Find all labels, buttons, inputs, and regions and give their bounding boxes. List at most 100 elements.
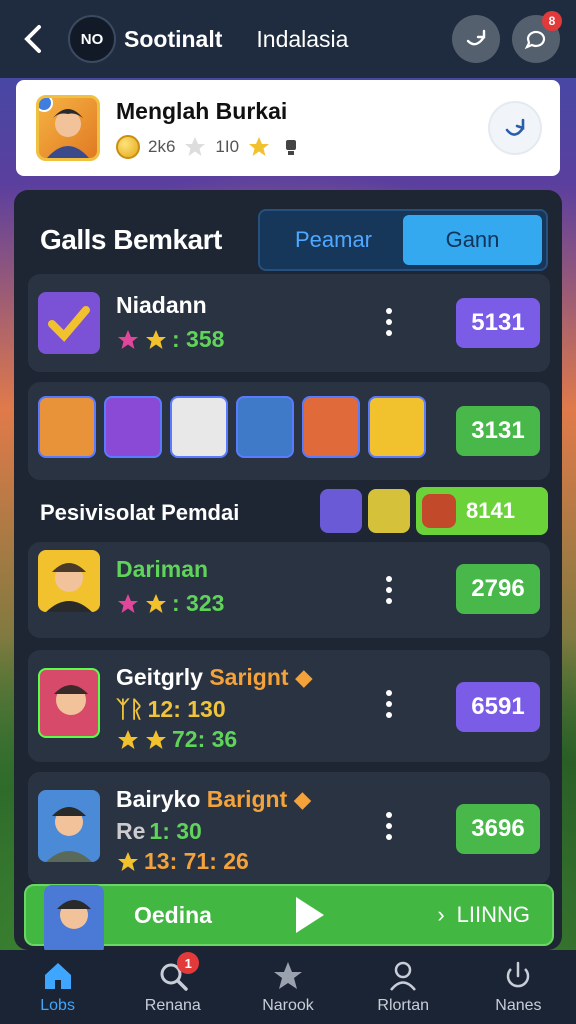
row-avatar xyxy=(38,550,100,612)
fruit-game-icon[interactable] xyxy=(368,489,410,533)
player-name: Bairyko xyxy=(116,786,201,812)
coin-icon xyxy=(116,134,140,159)
trophy-icon xyxy=(286,139,297,155)
swap-icon xyxy=(466,29,486,46)
header-subtitle: Indalasia xyxy=(256,25,349,52)
section-badge[interactable]: 8141 xyxy=(416,487,548,535)
list-item[interactable]: Bairyko Barignt ◆ Re 1: 30 13: 71: 26 36… xyxy=(28,772,550,884)
avatar[interactable] xyxy=(104,396,162,458)
profile-action-button[interactable] xyxy=(490,103,540,153)
nav-item-nanes[interactable]: Nanes xyxy=(461,950,576,1024)
chat-bubble-icon xyxy=(524,30,546,50)
player-stats: 13: 71: 26 xyxy=(144,848,249,874)
leaderboard-panel: Galls Bemkart Peamar Gann Niadann : 358 … xyxy=(14,190,562,950)
play-icon[interactable] xyxy=(295,897,324,933)
notification-badge: 8 xyxy=(542,11,562,31)
avatar[interactable] xyxy=(302,396,360,458)
nav-label: Renana xyxy=(144,997,201,1014)
more-options-icon[interactable] xyxy=(386,576,394,609)
coin-count: 2k6 xyxy=(148,136,176,156)
diamond-icon: ◆ xyxy=(294,664,313,690)
rank-glyph: ᛉᚱ xyxy=(116,696,144,722)
player-stats: 72: 36 xyxy=(172,726,238,752)
bubble-game-icon[interactable] xyxy=(320,489,362,533)
section-badge-value: 8141 xyxy=(466,498,515,523)
star-icon xyxy=(146,329,166,349)
player-title: Barignt xyxy=(206,786,288,812)
diamond-icon: ◆ xyxy=(293,786,312,812)
more-options-icon[interactable] xyxy=(386,690,394,723)
profile-card[interactable]: Menglah Burkai 2k6 1I0 xyxy=(16,80,560,176)
nav-item-rlortan[interactable]: Rlortan xyxy=(346,950,461,1024)
section-title: Pesivisolat Pemdai xyxy=(40,500,240,525)
player-stats: 12: 130 xyxy=(147,696,226,722)
player-title: Sarignt xyxy=(209,664,289,690)
play-right-label[interactable]: LIINNG xyxy=(457,902,530,928)
rank-glyph: Re xyxy=(116,818,146,844)
chevron-right-icon: › xyxy=(437,902,445,927)
star-icon xyxy=(274,962,302,989)
row-avatar xyxy=(38,668,100,738)
star-icon xyxy=(118,729,138,749)
nav-label: Rlortan xyxy=(377,997,429,1014)
header-badge: NO xyxy=(68,15,116,63)
list-item[interactable]: Dariman : 323 2796 xyxy=(28,542,550,638)
score-badge: 3131 xyxy=(456,406,540,456)
tab-toggle: Peamar Gann xyxy=(258,209,548,271)
player-name: Niadann xyxy=(116,292,207,318)
top-bar: NO Sootinalt Indalasia 8 xyxy=(0,0,576,78)
header-title: Sootinalt xyxy=(124,25,223,52)
avatar[interactable] xyxy=(38,396,96,458)
nav-label: Lobs xyxy=(40,997,75,1014)
player-name: Dariman xyxy=(116,556,209,582)
play-label: Oedina xyxy=(134,901,212,928)
nav-badge: 1 xyxy=(177,952,200,974)
player-stats: : 358 xyxy=(172,326,225,352)
avatar[interactable] xyxy=(368,396,426,458)
avatar[interactable] xyxy=(236,396,294,458)
nav-item-lobs[interactable]: Lobs xyxy=(0,950,115,1024)
more-options-icon[interactable] xyxy=(386,812,394,845)
score-badge: 2796 xyxy=(456,564,540,614)
star-outline-icon xyxy=(185,136,206,156)
home-icon xyxy=(44,963,71,989)
score-badge: 3696 xyxy=(456,804,540,854)
avatar-strip-row[interactable]: 3131 xyxy=(28,382,550,480)
power-icon xyxy=(507,961,530,988)
activity-button[interactable] xyxy=(452,15,500,63)
list-item[interactable]: Geitgrly Sarignt ◆ ᛉᚱ 12: 130 72: 36 659… xyxy=(28,650,550,762)
creature-icon xyxy=(422,494,456,528)
score-badge: 5131 xyxy=(456,298,540,348)
nav-item-narook[interactable]: Narook xyxy=(230,950,345,1024)
star-pink-icon xyxy=(118,593,138,613)
nav-label: Narook xyxy=(262,997,314,1014)
chevron-left-icon xyxy=(24,25,41,53)
panel-title: Galls Bemkart xyxy=(40,224,222,255)
chat-button[interactable]: 8 xyxy=(512,11,562,63)
tab-gann[interactable]: Gann xyxy=(403,215,542,265)
star-icon xyxy=(118,851,138,871)
player-stats: : 323 xyxy=(172,590,225,616)
player-stats: 1: 30 xyxy=(149,818,202,844)
nav-label: Nanes xyxy=(495,997,542,1014)
star-count: 1I0 xyxy=(215,136,240,156)
star-icon xyxy=(249,136,270,156)
star-pink-icon xyxy=(118,329,138,349)
tab-peamar[interactable]: Peamar xyxy=(264,215,403,265)
nav-item-renana[interactable]: Renana 1 xyxy=(115,950,230,1024)
profile-name: Menglah Burkai xyxy=(116,97,288,124)
row-avatar xyxy=(38,790,100,862)
more-options-icon[interactable] xyxy=(386,308,394,341)
row-avatar xyxy=(38,292,100,354)
score-badge: 6591 xyxy=(456,682,540,732)
bottom-nav: Lobs Renana 1 Narook Rlortan Nanes xyxy=(0,950,576,1024)
back-button[interactable] xyxy=(16,19,50,59)
avatar[interactable] xyxy=(170,396,228,458)
star-icon xyxy=(146,593,166,613)
player-avatar xyxy=(44,885,104,955)
profile-avatar xyxy=(36,95,100,161)
player-name: Geitgrly xyxy=(116,664,203,690)
list-item[interactable]: Niadann : 358 5131 xyxy=(28,274,550,372)
play-bar[interactable]: Oedina › LIINNG xyxy=(24,884,554,955)
star-icon xyxy=(146,729,166,749)
